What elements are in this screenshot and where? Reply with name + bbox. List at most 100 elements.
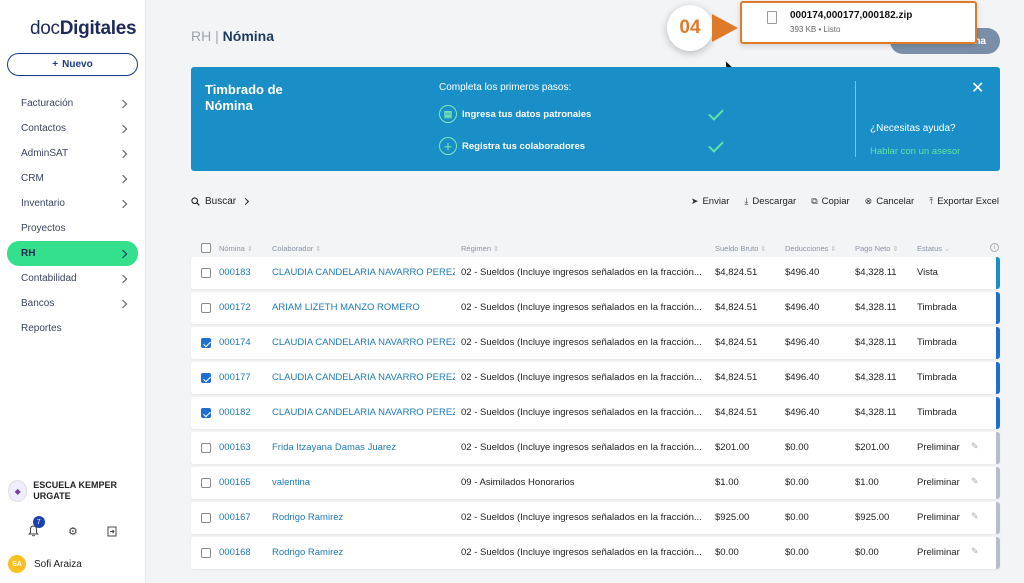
cell-sueldo-bruto: $4,824.51 bbox=[715, 372, 758, 383]
download-filename[interactable]: 000174,000177,000182.zip bbox=[790, 10, 912, 21]
cell-nomina[interactable]: 000177 bbox=[219, 372, 251, 383]
sidebar-item-inventario[interactable]: Inventario bbox=[7, 191, 138, 216]
cell-nomina[interactable]: 000168 bbox=[219, 547, 251, 558]
sidebar-item-crm[interactable]: CRM bbox=[7, 166, 138, 191]
table-row[interactable]: 000172 ARIAM LIZETH MANZO ROMERO 02 - Suel… bbox=[191, 292, 1000, 324]
new-button[interactable]: + Nuevo bbox=[7, 53, 138, 76]
cell-regimen: 02 - Sueldos (Incluye ingresos señalados… bbox=[461, 547, 702, 558]
row-checkbox[interactable] bbox=[201, 548, 211, 558]
pencil-icon[interactable]: ✎ bbox=[971, 441, 979, 452]
sidebar-item-contabilidad[interactable]: Contabilidad bbox=[7, 266, 138, 291]
export-icon: ⤒ bbox=[929, 196, 934, 206]
company-switcher[interactable]: ◆ ESCUELA KEMPER URGATE bbox=[8, 480, 140, 502]
close-icon[interactable]: ✕ bbox=[971, 81, 984, 97]
row-checkbox[interactable] bbox=[201, 513, 211, 523]
copy-button[interactable]: ⧉ Copiar bbox=[811, 196, 849, 207]
column-header-regimen[interactable]: Régimen ⇕ bbox=[461, 244, 499, 253]
pencil-icon[interactable]: ✎ bbox=[971, 511, 979, 522]
row-checkbox[interactable] bbox=[201, 338, 211, 348]
cell-nomina[interactable]: 000163 bbox=[219, 442, 251, 453]
sidebar-item-proyectos[interactable]: Proyectos bbox=[7, 216, 138, 241]
table-body: 000183 CLAUDIA CANDELARIA NAVARRO PEREZ 02… bbox=[191, 257, 1000, 572]
cell-regimen: 02 - Sueldos (Incluye ingresos señalados… bbox=[461, 372, 702, 383]
chevron-right-icon bbox=[118, 249, 128, 258]
cell-sueldo-bruto: $0.00 bbox=[715, 547, 739, 558]
table-row[interactable]: 000167 Rodrigo Ramirez 02 - Sueldos (Inclu… bbox=[191, 502, 1000, 534]
column-header-sueldo-bruto[interactable]: Sueldo Bruto ⇕ bbox=[715, 244, 766, 253]
sort-icon: ⇕ bbox=[830, 246, 837, 253]
sidebar-item-reportes[interactable]: Reportes bbox=[7, 316, 138, 341]
file-icon bbox=[767, 11, 777, 24]
download-popup[interactable]: 000174,000177,000182.zip 393 KB • Listo bbox=[740, 1, 977, 44]
table-row[interactable]: 000165 valentina 09 - Asimilados Honorario… bbox=[191, 467, 1000, 499]
pencil-icon[interactable]: ✎ bbox=[971, 476, 979, 487]
pencil-icon[interactable]: ✎ bbox=[971, 546, 979, 557]
export-excel-button[interactable]: ⤒ Exportar Excel bbox=[929, 196, 999, 207]
row-checkbox[interactable] bbox=[201, 443, 211, 453]
cell-sueldo-bruto: $201.00 bbox=[715, 442, 750, 453]
row-checkbox[interactable] bbox=[201, 268, 211, 278]
cell-colaborador[interactable]: Rodrigo Ramirez bbox=[272, 547, 455, 558]
column-header-estatus[interactable]: Estatus ⌄ bbox=[917, 244, 950, 253]
table-row[interactable]: 000182 CLAUDIA CANDELARIA NAVARRO PEREZ 02… bbox=[191, 397, 1000, 429]
download-button[interactable]: ⤓ Descargar bbox=[744, 196, 796, 207]
cell-colaborador[interactable]: CLAUDIA CANDELARIA NAVARRO PEREZ bbox=[272, 267, 455, 278]
bell-icon[interactable]: 7 bbox=[25, 516, 45, 540]
row-checkbox[interactable] bbox=[201, 373, 211, 383]
send-button[interactable]: ➤ Enviar bbox=[691, 196, 729, 207]
cell-sueldo-bruto: $4,824.51 bbox=[715, 267, 758, 278]
sidebar-item-contactos[interactable]: Contactos bbox=[7, 116, 138, 141]
search-toggle[interactable]: Buscar bbox=[191, 196, 250, 207]
table-row[interactable]: 000183 CLAUDIA CANDELARIA NAVARRO PEREZ 02… bbox=[191, 257, 1000, 289]
cell-colaborador[interactable]: Frida Itzayana Damas Juarez bbox=[272, 442, 455, 453]
cell-colaborador[interactable]: CLAUDIA CANDELARIA NAVARRO PEREZ bbox=[272, 372, 455, 383]
cell-nomina[interactable]: 000183 bbox=[219, 267, 251, 278]
cell-nomina[interactable]: 000174 bbox=[219, 337, 251, 348]
sidebar-item-label: Contabilidad bbox=[21, 273, 77, 284]
cancel-icon: ⊗ bbox=[864, 196, 873, 206]
app-logo[interactable]: docDigitales bbox=[30, 18, 137, 40]
select-all-checkbox[interactable] bbox=[201, 243, 211, 253]
cell-deducciones: $0.00 bbox=[785, 547, 809, 558]
cell-regimen: 02 - Sueldos (Incluye ingresos señalados… bbox=[461, 512, 702, 523]
cell-nomina[interactable]: 000167 bbox=[219, 512, 251, 523]
table-row[interactable]: 000163 Frida Itzayana Damas Juarez 02 - Su… bbox=[191, 432, 1000, 464]
help-link[interactable]: Hablar con un asesor bbox=[870, 146, 960, 157]
gear-icon[interactable]: ⚙ bbox=[64, 522, 82, 540]
sidebar-item-rh[interactable]: RH bbox=[7, 241, 138, 266]
cell-deducciones: $496.40 bbox=[785, 302, 820, 313]
sidebar-item-adminsat[interactable]: AdminSAT bbox=[7, 141, 138, 166]
cell-nomina[interactable]: 000165 bbox=[219, 477, 251, 488]
sidebar-item-label: Contactos bbox=[21, 123, 67, 134]
column-header-nomina[interactable]: Nómina ⇕ bbox=[219, 244, 253, 253]
column-header-colaborador[interactable]: Colaborador ⇕ bbox=[272, 244, 321, 253]
user-menu[interactable]: SA Sofi Araiza bbox=[8, 555, 82, 573]
chevron-right-icon bbox=[118, 199, 128, 208]
sidebar-item-facturaci-n[interactable]: Facturación bbox=[7, 91, 138, 116]
cell-colaborador[interactable]: CLAUDIA CANDELARIA NAVARRO PEREZ bbox=[272, 337, 455, 348]
onboarding-banner: Timbrado de Nómina Completa los primeros… bbox=[191, 67, 1000, 171]
cell-sueldo-bruto: $4,824.51 bbox=[715, 302, 758, 313]
step-patronal[interactable]: ▤ Ingresa tus datos patronales bbox=[439, 105, 591, 123]
logout-icon[interactable] bbox=[103, 522, 121, 540]
info-icon[interactable]: i bbox=[990, 243, 999, 252]
table-row[interactable]: 000174 CLAUDIA CANDELARIA NAVARRO PEREZ 02… bbox=[191, 327, 1000, 359]
cell-colaborador[interactable]: Rodrigo Ramirez bbox=[272, 512, 455, 523]
step-colaboradores[interactable]: ＋ Registra tus colaboradores bbox=[439, 137, 585, 155]
row-checkbox[interactable] bbox=[201, 408, 211, 418]
cell-colaborador[interactable]: valentina bbox=[272, 477, 455, 488]
column-header-pago-neto[interactable]: Pago Neto ⇕ bbox=[855, 244, 898, 253]
row-checkbox[interactable] bbox=[201, 303, 211, 313]
table-row[interactable]: 000168 Rodrigo Ramirez 02 - Sueldos (Inclu… bbox=[191, 537, 1000, 569]
cancel-button[interactable]: ⊗ Cancelar bbox=[865, 196, 915, 207]
table-row[interactable]: 000177 CLAUDIA CANDELARIA NAVARRO PEREZ 02… bbox=[191, 362, 1000, 394]
cell-nomina[interactable]: 000182 bbox=[219, 407, 251, 418]
sidebar: docDigitales + Nuevo Facturación Contactos… bbox=[0, 0, 146, 583]
sidebar-item-bancos[interactable]: Bancos bbox=[7, 291, 138, 316]
row-checkbox[interactable] bbox=[201, 478, 211, 488]
column-header-deducciones[interactable]: Deducciones ⇕ bbox=[785, 244, 836, 253]
cell-nomina[interactable]: 000172 bbox=[219, 302, 251, 313]
sidebar-item-label: Reportes bbox=[21, 323, 62, 334]
cell-colaborador[interactable]: CLAUDIA CANDELARIA NAVARRO PEREZ bbox=[272, 407, 455, 418]
cell-colaborador[interactable]: ARIAM LIZETH MANZO ROMERO bbox=[272, 302, 455, 313]
